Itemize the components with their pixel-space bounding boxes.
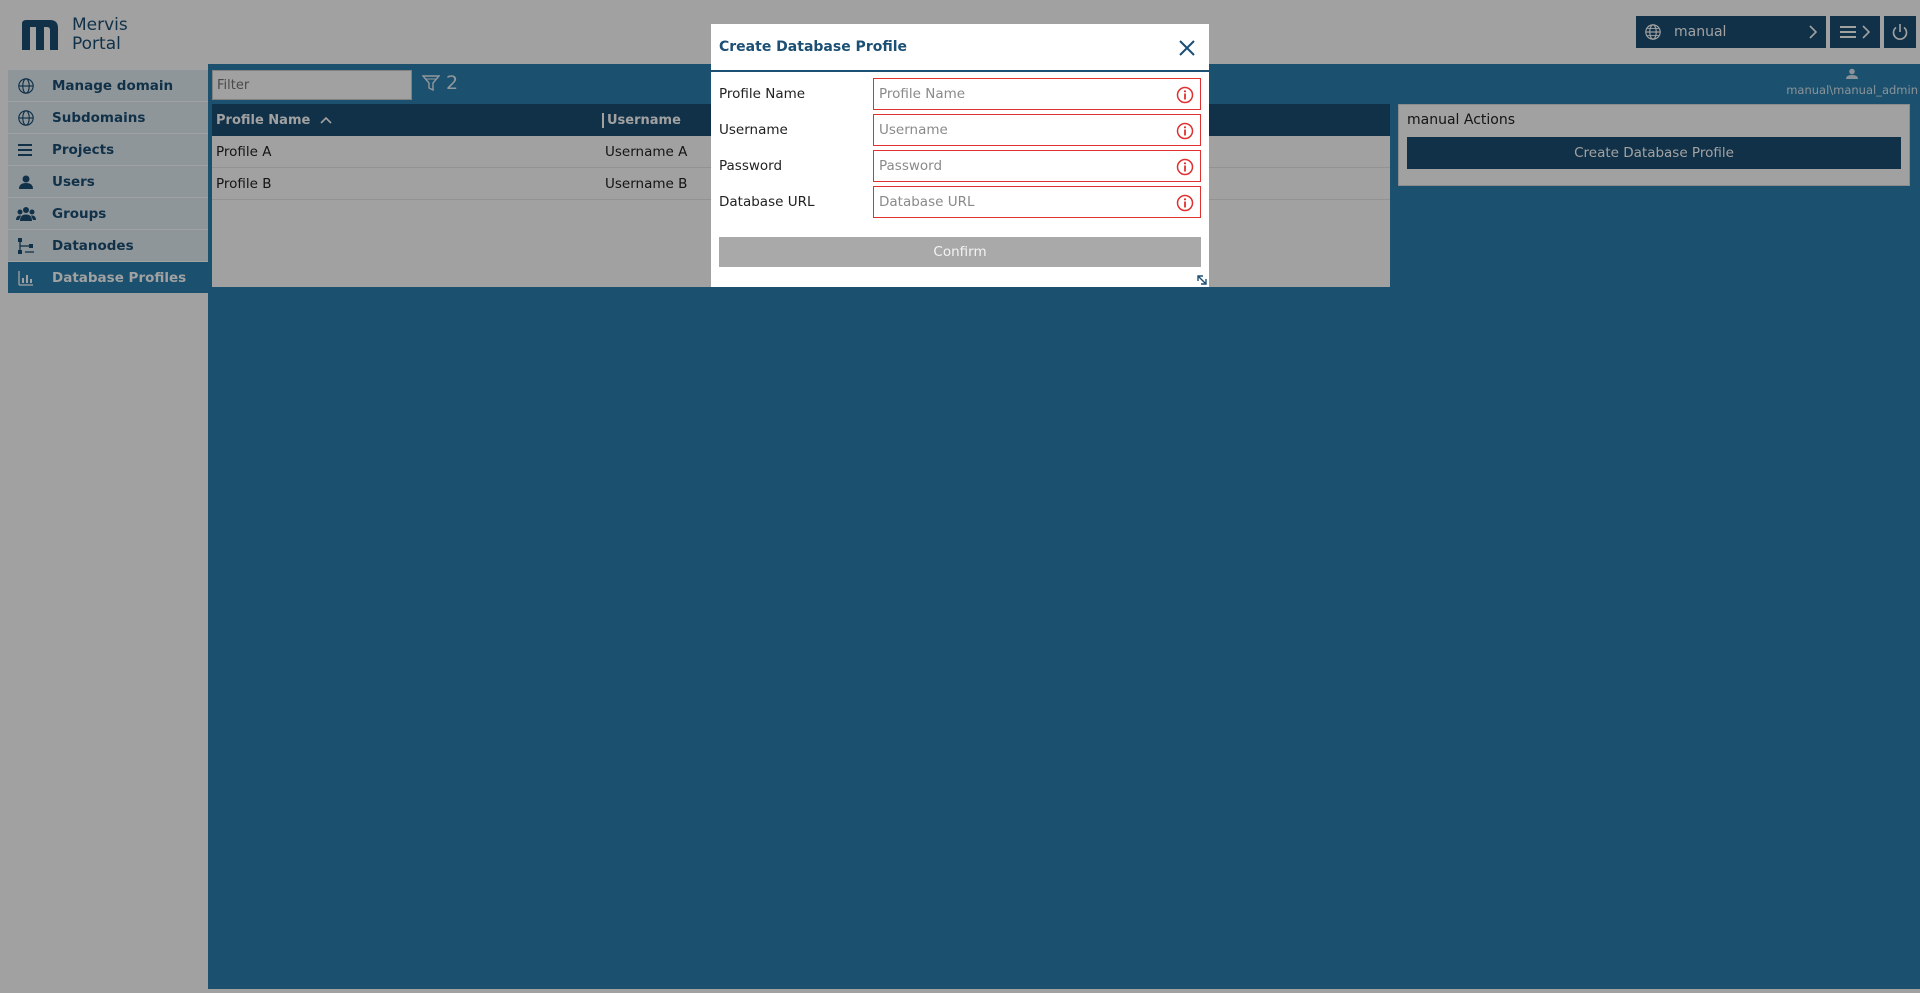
create-database-profile-dialog: Create Database Profile Profile Name Use… <box>711 24 1209 287</box>
dialog-header: Create Database Profile <box>711 24 1209 72</box>
error-info-icon <box>1176 122 1194 140</box>
password-input[interactable] <box>874 151 1200 181</box>
error-info-icon <box>1176 86 1194 104</box>
form-row-database-url: Database URL <box>711 184 1209 220</box>
form-row-username: Username <box>711 112 1209 148</box>
username-label: Username <box>719 122 788 138</box>
password-label: Password <box>719 158 783 174</box>
database-url-input[interactable] <box>874 187 1200 217</box>
form-row-password: Password <box>711 148 1209 184</box>
error-info-icon <box>1176 158 1194 176</box>
profile-name-label: Profile Name <box>719 86 806 102</box>
database-url-label: Database URL <box>719 194 815 210</box>
dialog-title: Create Database Profile <box>719 39 908 55</box>
close-button[interactable] <box>1175 36 1199 60</box>
profile-name-input[interactable] <box>874 79 1200 109</box>
username-input[interactable] <box>874 115 1200 145</box>
form-row-profile-name: Profile Name <box>711 76 1209 112</box>
close-icon <box>1179 40 1195 56</box>
confirm-button[interactable]: Confirm <box>719 237 1201 267</box>
resize-handle-icon[interactable] <box>1197 275 1207 285</box>
error-info-icon <box>1176 194 1194 212</box>
